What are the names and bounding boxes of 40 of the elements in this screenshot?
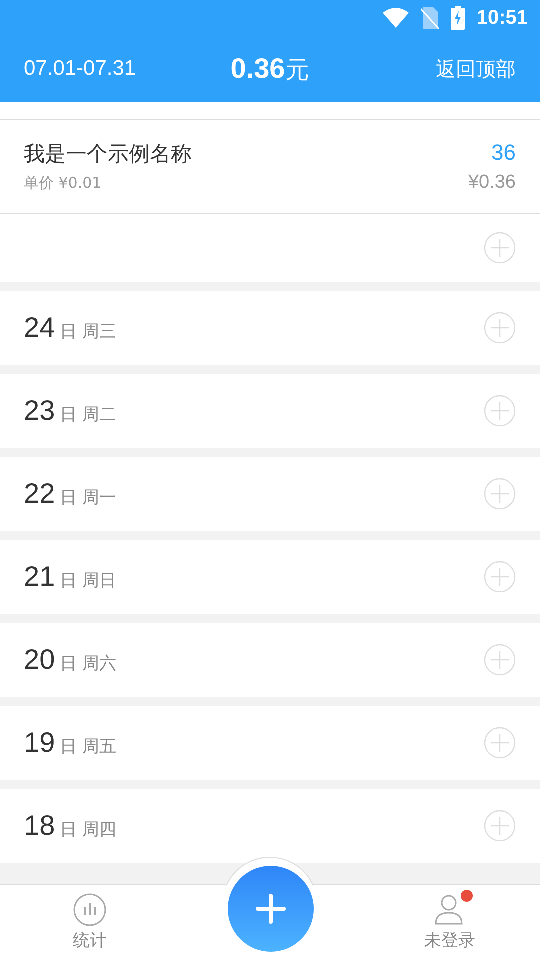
day-number: 19 [24,727,56,759]
weekday-label: 日 周六 [60,653,117,675]
day-number: 18 [24,810,56,842]
item-count: 36 [492,140,516,166]
weekday-label: 日 周二 [60,404,117,426]
item-name: 我是一个示例名称 [24,141,192,168]
day-number: 24 [24,312,56,344]
no-sim-icon [420,7,439,29]
weekday-label: 日 周五 [60,736,117,758]
day-number: 23 [24,395,56,427]
day-number: 22 [24,478,56,510]
wifi-icon [382,8,409,28]
weekday-label: 日 周一 [60,487,117,509]
plus-icon [255,893,287,925]
unit-price: 单价 ¥0.01 [24,174,103,193]
weekday-label: 日 周三 [60,321,117,343]
add-icon[interactable] [484,478,516,510]
add-icon[interactable] [484,312,516,344]
add-icon[interactable] [484,810,516,842]
nav-label[interactable]: 未登录 [424,929,476,952]
add-icon[interactable] [484,727,516,759]
add-icon[interactable] [484,232,516,264]
battery-icon [450,6,465,30]
weekday-label: 日 周四 [60,819,117,841]
user-icon[interactable] [435,894,465,926]
item-row[interactable]: 我是一个示例名称 单价 ¥0.01 36 ¥0.36 [0,119,540,214]
date-range[interactable]: 07.01-07.31 [24,57,174,81]
add-icon[interactable] [484,395,516,427]
day-number: 21 [24,561,56,593]
nav-label[interactable]: 统计 [73,929,107,952]
add-icon[interactable] [484,644,516,676]
bar-chart-icon[interactable] [73,893,107,927]
add-icon[interactable] [484,561,516,593]
item-total: ¥0.36 [468,172,516,194]
back-to-top-link[interactable]: 返回顶部 [366,56,516,82]
day-number: 20 [24,644,56,676]
currency-unit: 元 [285,54,310,86]
total-amount: 0.36 [230,52,286,84]
weekday-label: 日 周日 [60,570,117,592]
status-time: 10:51 [476,6,528,30]
